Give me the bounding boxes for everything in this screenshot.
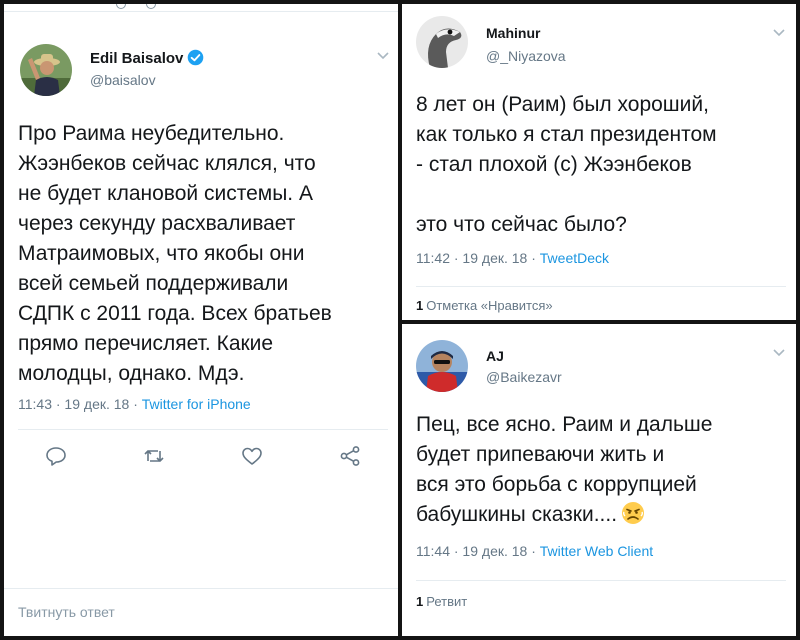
tweet-timestamp: 11:42 · 19 дек. 18 · TweetDeck bbox=[416, 250, 610, 266]
display-name[interactable]: Mahinur bbox=[486, 25, 540, 41]
retweets-count[interactable]: 1 Ретвит bbox=[416, 594, 467, 609]
avatar[interactable] bbox=[416, 16, 468, 68]
reply-input[interactable]: Твитнуть ответ bbox=[18, 604, 115, 620]
tweet-timestamp: 11:44 · 19 дек. 18 · Twitter Web Client bbox=[416, 543, 654, 559]
tweet-text: Пец, все ясно. Раим и дальше будет припе… bbox=[416, 413, 713, 526]
chevron-down-icon[interactable] bbox=[376, 51, 390, 61]
divider bbox=[4, 588, 398, 589]
reply-icon[interactable] bbox=[44, 444, 68, 468]
tweet-text: 8 лет он (Раим) был хороший, как только … bbox=[416, 93, 717, 236]
chevron-down-icon[interactable] bbox=[772, 348, 786, 358]
tweet-text: Про Раима неубедительно. Жээнбеков сейча… bbox=[18, 122, 332, 385]
tweet-timestamp: 11:43 · 19 дек. 18 · Twitter for iPhone bbox=[18, 396, 251, 412]
divider bbox=[18, 429, 388, 430]
share-icon[interactable] bbox=[338, 444, 362, 468]
tweet-card-niyazova: Mahinur @_Niyazova 8 лет он (Раим) был х… bbox=[402, 4, 796, 320]
tweet-card-baikezavr: AJ @Baikezavr Пец, все ясно. Раим и даль… bbox=[402, 324, 796, 636]
previous-tweet-edge bbox=[4, 4, 398, 12]
angry-face-emoji-icon bbox=[622, 502, 645, 524]
like-icon[interactable] bbox=[240, 444, 264, 468]
tweet-card-baisalov: Edil Baisalov @baisalov Про Раима неубед… bbox=[4, 4, 398, 636]
verified-badge-icon bbox=[188, 49, 204, 66]
retweet-icon[interactable] bbox=[142, 444, 166, 468]
retweet-icon[interactable] bbox=[146, 4, 156, 9]
user-handle[interactable]: @Baikezavr bbox=[486, 369, 562, 385]
likes-count[interactable]: 1 Отметка «Нравится» bbox=[416, 298, 553, 313]
divider bbox=[416, 286, 786, 287]
user-handle[interactable]: @baisalov bbox=[90, 72, 156, 88]
avatar[interactable] bbox=[416, 340, 468, 392]
user-handle[interactable]: @_Niyazova bbox=[486, 48, 566, 64]
display-name[interactable]: AJ bbox=[486, 348, 504, 364]
display-name[interactable]: Edil Baisalov bbox=[90, 49, 204, 67]
chevron-down-icon[interactable] bbox=[772, 28, 786, 38]
divider bbox=[416, 580, 786, 581]
tweet-source-link[interactable]: Twitter for iPhone bbox=[142, 396, 251, 412]
reply-icon[interactable] bbox=[116, 4, 126, 9]
tweet-source-link[interactable]: TweetDeck bbox=[540, 250, 609, 266]
avatar[interactable] bbox=[20, 44, 72, 96]
tweet-source-link[interactable]: Twitter Web Client bbox=[540, 543, 653, 559]
